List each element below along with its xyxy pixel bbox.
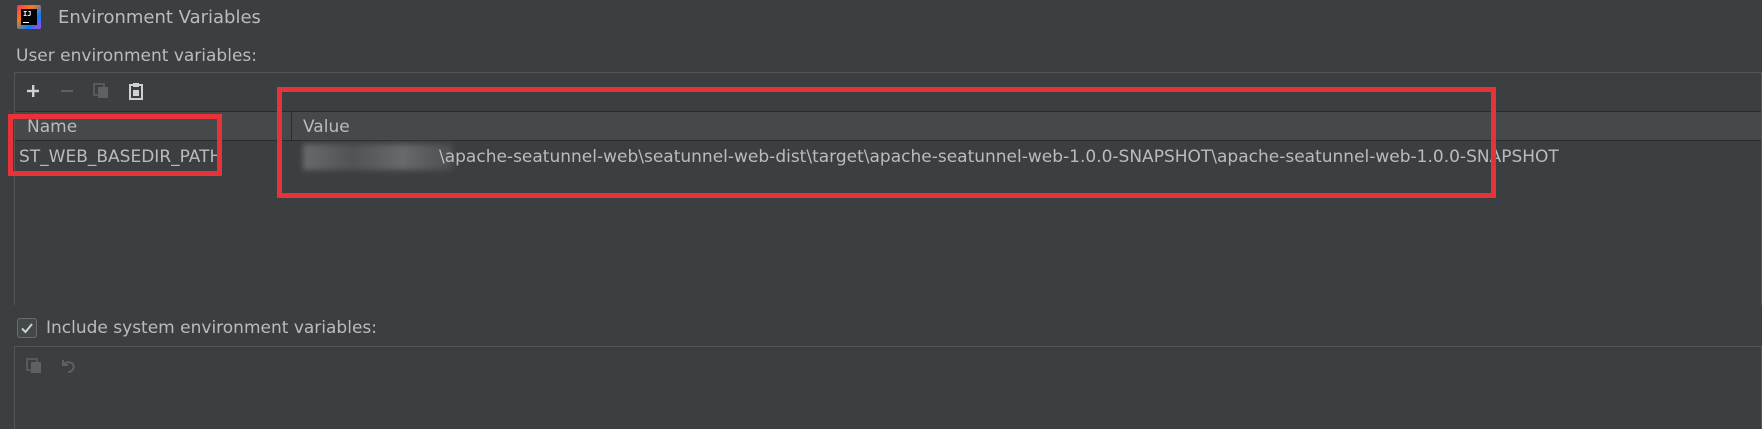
intellij-app-icon: IJ [17,5,41,29]
undo-icon [62,360,75,373]
include-system-env-checkbox[interactable] [17,318,37,338]
remove-icon [61,90,73,92]
user-env-vars-label: User environment variables: [16,46,257,66]
include-system-env-label[interactable]: Include system environment variables: [46,318,377,338]
title-bar: IJ Environment Variables [0,0,1762,36]
checkmark-icon [21,323,33,334]
copy-icon [93,83,108,98]
copy-button[interactable] [90,80,112,102]
undo-button[interactable] [57,355,79,377]
highlight-value-box [277,87,1496,198]
add-icon [27,85,39,97]
highlight-name-box [8,114,222,176]
copy-system-button[interactable] [23,355,45,377]
paste-icon [129,83,143,100]
add-button[interactable] [22,80,44,102]
remove-button[interactable] [56,80,78,102]
environment-variables-dialog: IJ Environment Variables User environmen… [0,0,1762,429]
include-system-env-row[interactable]: Include system environment variables: [17,316,377,340]
copy-icon [26,358,41,373]
system-env-vars-panel [14,346,1762,429]
window-title: Environment Variables [58,7,261,28]
paste-button[interactable] [125,80,147,102]
